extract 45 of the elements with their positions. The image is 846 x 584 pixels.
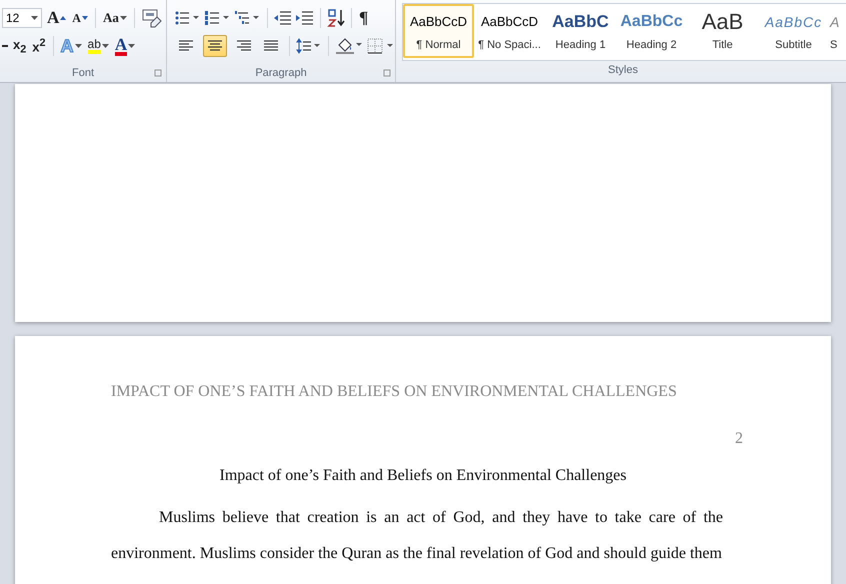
up-arrow-icon bbox=[60, 16, 66, 20]
increase-indent-icon[interactable] bbox=[296, 10, 314, 26]
font-size-field[interactable]: 12 bbox=[2, 8, 42, 28]
shrink-font-button[interactable]: A bbox=[71, 10, 89, 26]
dropdown-arrow-icon bbox=[120, 16, 127, 20]
font-color-button[interactable]: A bbox=[114, 36, 136, 56]
superscript-button[interactable]: x$^{2}$ bbox=[31, 37, 47, 55]
style-item[interactable]: AaBbCcD ¶ Normal bbox=[403, 4, 474, 58]
dropdown-arrow-icon bbox=[128, 44, 136, 48]
style-item[interactable]: A S bbox=[829, 4, 843, 58]
bullets-icon[interactable] bbox=[175, 10, 201, 26]
style-item[interactable]: AaBbCc Heading 2 bbox=[616, 4, 687, 58]
clear-formatting-icon[interactable] bbox=[140, 8, 163, 28]
numbering-icon[interactable] bbox=[205, 10, 231, 26]
sort-icon[interactable] bbox=[327, 9, 345, 27]
document-title: Impact of one’s Faith and Beliefs on Environmental Challenges bbox=[219, 467, 626, 484]
line-spacing-icon[interactable] bbox=[296, 38, 322, 54]
dropdown-arrow-icon bbox=[74, 44, 82, 48]
style-item[interactable]: AaBbC Heading 1 bbox=[545, 4, 616, 58]
shading-icon[interactable] bbox=[335, 37, 363, 55]
grow-font-button[interactable]: A bbox=[46, 8, 68, 28]
change-case-button[interactable]: Aa bbox=[102, 10, 128, 26]
style-item[interactable]: AaB Title bbox=[687, 4, 758, 58]
align-button[interactable] bbox=[203, 35, 227, 57]
align-icon bbox=[207, 40, 223, 52]
page-number: 2 bbox=[735, 429, 743, 449]
dropdown-arrow-icon bbox=[102, 44, 109, 48]
group-label: Font bbox=[72, 67, 94, 79]
dropdown-arrow-icon bbox=[31, 16, 38, 20]
decrease-indent-icon[interactable] bbox=[274, 10, 292, 26]
subscript-button[interactable]: x$_{2}$ bbox=[12, 36, 28, 56]
style-item[interactable]: AaBbCc Subtitle bbox=[758, 4, 829, 58]
down-arrow-icon bbox=[82, 16, 88, 20]
highlight-button[interactable]: ab bbox=[86, 38, 110, 54]
group-label: Paragraph bbox=[255, 67, 307, 79]
align-icon bbox=[263, 40, 279, 52]
borders-icon[interactable] bbox=[367, 38, 395, 54]
align-icon bbox=[179, 40, 195, 52]
running-header: IMPACT OF ONE’S FAITH AND BELIEFS ON ENVIRONMENTAL CHALLENGES bbox=[111, 382, 678, 402]
multilevel-list-icon[interactable] bbox=[235, 10, 261, 26]
group-label: Styles bbox=[608, 64, 638, 76]
align-icon bbox=[235, 40, 251, 52]
body-paragraph: Muslims believe that creation is an act of God, and they have to take care of the environment. Muslims consider the Quran as the final revelation of God and should guide them bbox=[111, 508, 723, 564]
style-item[interactable]: AaBbCcD ¶ No Spaci... bbox=[474, 4, 545, 58]
show-formatting-button[interactable]: ¶ bbox=[358, 8, 370, 28]
